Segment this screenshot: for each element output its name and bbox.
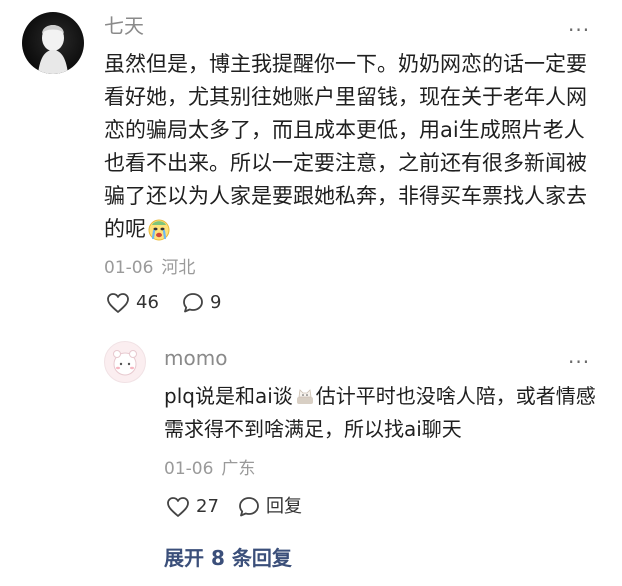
more-options-icon[interactable]: ··· <box>568 20 590 40</box>
comment-bubble-icon <box>239 497 259 517</box>
comment-bubble-icon <box>183 293 203 313</box>
comment-text: 虽然但是，博主我提醒你一下。奶奶网恋的话一定要看好她，尤其别往她账户里留钱，现在… <box>104 48 590 246</box>
reply-date: 01-06 <box>164 459 214 479</box>
avatar[interactable] <box>22 12 84 74</box>
like-count: 46 <box>136 292 159 313</box>
comment-date: 01-06 <box>104 258 154 278</box>
reply-button[interactable]: 回复 <box>238 496 302 518</box>
cat-sticker-icon <box>294 383 316 405</box>
comment-author-name[interactable]: 七天 <box>104 13 144 39</box>
comment-body: 虽然但是，博主我提醒你一下。奶奶网恋的话一定要看好她，尤其别往她账户里留钱，现在… <box>104 52 587 241</box>
avatar[interactable] <box>104 341 146 383</box>
expand-replies-link[interactable]: 展开 8 条回复 <box>164 545 292 571</box>
reply-author-name[interactable]: momo <box>164 345 227 371</box>
heart-icon <box>167 497 189 517</box>
reply-location: 广东 <box>221 459 256 479</box>
reply-body-part1: plq说是和ai谈 <box>164 384 293 408</box>
heart-icon <box>107 293 129 313</box>
comment-location: 河北 <box>161 258 196 278</box>
like-count: 27 <box>196 496 219 517</box>
reply-text: plq说是和ai谈 估计平时也没啥人陪，或者情感需求得不到啥满足，所以找ai聊天 <box>164 380 604 446</box>
more-options-icon[interactable]: ··· <box>568 352 590 372</box>
reply-button[interactable]: 9 <box>182 292 221 314</box>
reply-count: 9 <box>210 292 222 313</box>
crying-face-emoji-icon <box>147 217 171 241</box>
like-button[interactable]: 27 <box>166 496 219 518</box>
reply-label: 回复 <box>266 496 302 517</box>
comment-meta: 01-06 河北 <box>104 257 195 279</box>
like-button[interactable]: 46 <box>106 292 159 314</box>
reply-meta: 01-06 广东 <box>164 458 255 480</box>
